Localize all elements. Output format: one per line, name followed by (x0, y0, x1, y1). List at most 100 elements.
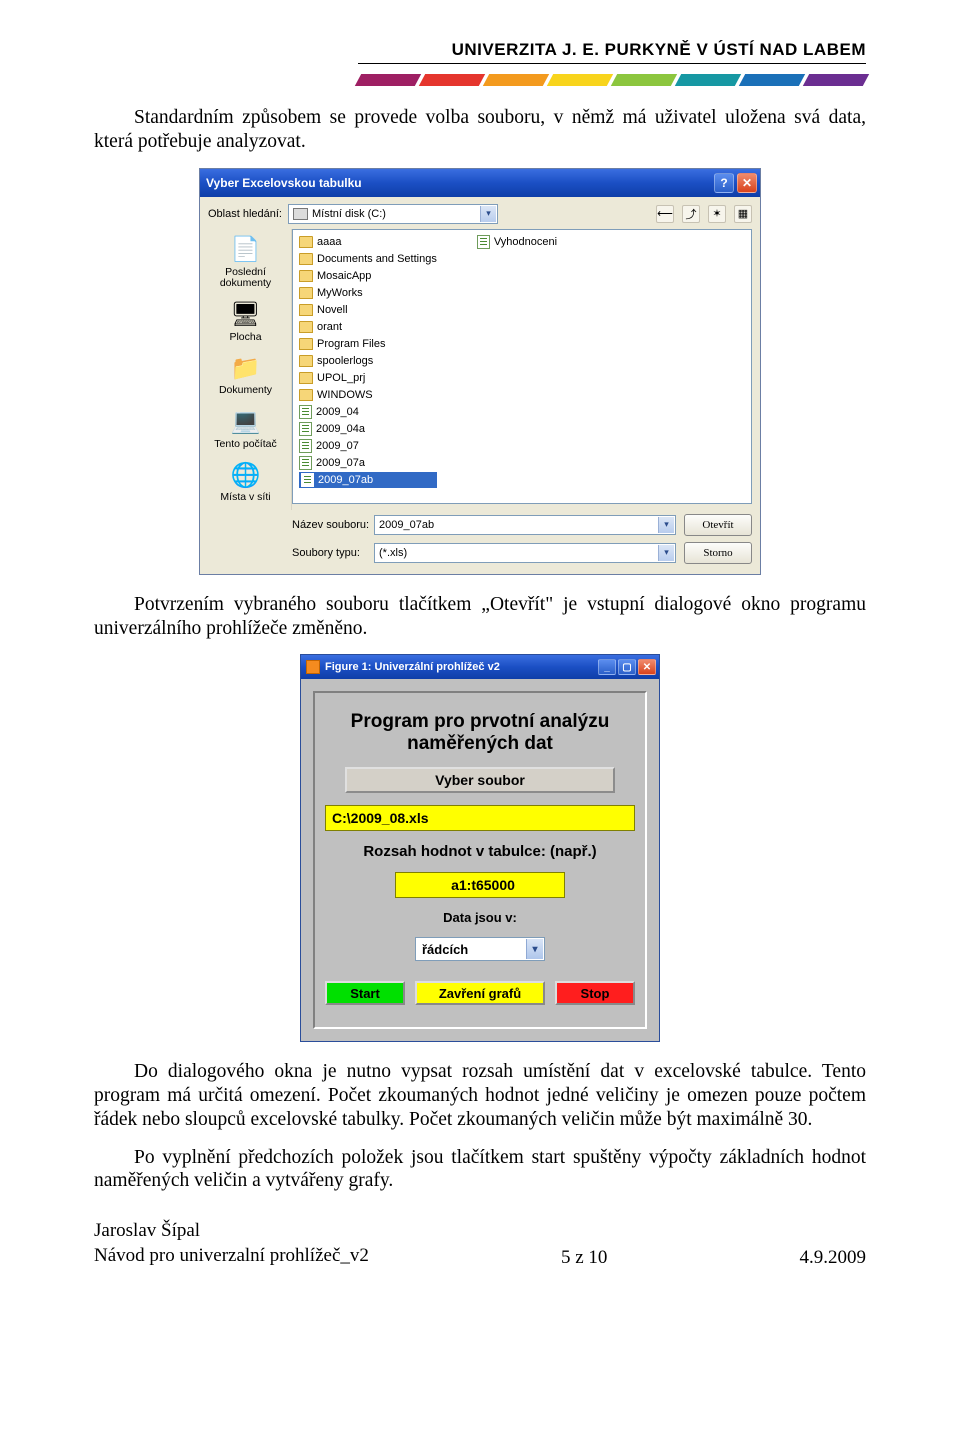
stop-button[interactable]: Stop (555, 981, 635, 1005)
folder-icon (299, 236, 313, 248)
place-icon: 📄 (228, 235, 264, 265)
xls-icon (477, 235, 490, 249)
places-bar: 📄Poslední dokumenty 🖥 Plocha 📁 Dokumenty 💻 Ten… (200, 229, 292, 510)
matlab-window: Figure 1: Univerzální prohlížeč v2 _ ▢ ✕… (300, 654, 660, 1042)
file-item[interactable]: Vyhodnoceni (477, 234, 557, 250)
folder-item[interactable]: MosaicApp (299, 268, 437, 284)
folder-icon (299, 338, 313, 350)
xls-icon (301, 473, 314, 487)
file-item[interactable]: 2009_07 (299, 438, 437, 454)
paragraph-4: Po vyplnění předchozích položek jsou tla… (94, 1146, 866, 1194)
xls-icon (299, 439, 312, 453)
folder-item[interactable]: orant (299, 319, 437, 335)
close-graphs-button[interactable]: Zavření grafů (415, 981, 545, 1005)
folder-icon (299, 372, 313, 384)
xls-icon (299, 456, 312, 470)
file-item[interactable]: 2009_07a (299, 455, 437, 471)
cancel-button[interactable]: Storno (684, 542, 752, 564)
paragraph-3: Do dialogového okna je nutno vypsat rozs… (94, 1060, 866, 1131)
file-list[interactable]: aaaaDocuments and SettingsMosaicAppMyWor… (292, 229, 752, 504)
range-label: Rozsah hodnot v tabulce: (např.) (363, 843, 596, 860)
folder-icon (299, 321, 313, 333)
new-folder-icon[interactable]: ✶ (708, 205, 726, 223)
paragraph-2: Potvrzením vybraného souboru tlačítkem „… (94, 593, 866, 641)
file-open-dialog: Vyber Excelovskou tabulku ? ✕ Oblast hle… (199, 168, 761, 575)
lookin-label: Oblast hledání: (208, 208, 282, 220)
places-item[interactable]: 🖥 Plocha (206, 300, 286, 344)
lookin-combo[interactable]: Místní disk (C:) (288, 204, 498, 224)
places-item[interactable]: 🌐 Místa v síti (206, 460, 286, 504)
close-icon[interactable]: ✕ (638, 659, 656, 675)
filepath-field[interactable]: C:\2009_08.xls (325, 805, 635, 831)
logo-stripes (358, 74, 866, 86)
place-label: Poslední dokumenty (206, 267, 286, 290)
filename-field[interactable]: 2009_07ab (374, 515, 676, 535)
filename-label: Název souboru: (292, 519, 374, 531)
program-heading: Program pro prvotní analýzu naměřených d… (329, 711, 631, 755)
places-item[interactable]: 💻 Tento počítač (206, 407, 286, 451)
disk-icon (293, 208, 308, 220)
up-folder-icon[interactable]: ⤴ (682, 205, 700, 223)
folder-icon (299, 287, 313, 299)
range-field[interactable]: a1:t65000 (395, 872, 565, 898)
folder-icon (299, 304, 313, 316)
help-icon[interactable]: ? (714, 173, 734, 193)
page-header: UNIVERZITA J. E. PURKYNĚ V ÚSTÍ NAD LABE… (94, 40, 866, 86)
start-button[interactable]: Start (325, 981, 405, 1005)
footer-date: 4.9.2009 (799, 1247, 866, 1269)
matlab-title-text: Figure 1: Univerzální prohlížeč v2 (325, 661, 500, 673)
footer-page: 5 z 10 (561, 1247, 607, 1269)
folder-item[interactable]: UPOL_prj (299, 370, 437, 386)
folder-item[interactable]: aaaa (299, 234, 437, 250)
filetype-value: (*.xls) (379, 547, 407, 559)
file-item[interactable]: 2009_07ab (299, 472, 437, 488)
place-label: Dokumenty (219, 385, 272, 397)
xls-icon (299, 405, 312, 419)
views-icon[interactable]: ▦ (734, 205, 752, 223)
folder-item[interactable]: Documents and Settings (299, 251, 437, 267)
footer-doc: Návod pro univerzalní prohlížeč_v2 (94, 1244, 369, 1269)
open-button[interactable]: Otevřít (684, 514, 752, 536)
close-icon[interactable]: ✕ (737, 173, 757, 193)
select-file-button[interactable]: Vyber soubor (345, 767, 615, 793)
footer-author: Jaroslav Šípal (94, 1219, 369, 1244)
dialog-title: Vyber Excelovskou tabulku (206, 176, 362, 190)
folder-item[interactable]: Program Files (299, 336, 437, 352)
folder-icon (299, 253, 313, 265)
matlab-icon (306, 660, 320, 674)
lookin-value: Místní disk (C:) (312, 208, 386, 220)
place-icon: 🖥 (228, 300, 264, 330)
folder-icon (299, 355, 313, 367)
place-icon: 🌐 (228, 460, 264, 490)
place-label: Místa v síti (220, 492, 270, 504)
file-item[interactable]: 2009_04a (299, 421, 437, 437)
filetype-field[interactable]: (*.xls) (374, 543, 676, 563)
university-name: UNIVERZITA J. E. PURKYNĚ V ÚSTÍ NAD LABE… (358, 40, 866, 60)
folder-icon (299, 270, 313, 282)
minimize-icon[interactable]: _ (598, 659, 616, 675)
places-item[interactable]: 📁 Dokumenty (206, 353, 286, 397)
maximize-icon[interactable]: ▢ (618, 659, 636, 675)
place-icon: 📁 (228, 353, 264, 383)
place-icon: 💻 (228, 407, 264, 437)
data-in-label: Data jsou v: (443, 910, 517, 925)
folder-item[interactable]: spoolerlogs (299, 353, 437, 369)
filename-value: 2009_07ab (379, 519, 434, 531)
back-icon[interactable]: ⟵ (656, 205, 674, 223)
xls-icon (299, 422, 312, 436)
folder-item[interactable]: Novell (299, 302, 437, 318)
data-orientation-value: řádcích (422, 942, 468, 957)
folder-item[interactable]: WINDOWS (299, 387, 437, 403)
dialog-titlebar: Vyber Excelovskou tabulku ? ✕ (200, 169, 760, 197)
folder-item[interactable]: MyWorks (299, 285, 437, 301)
place-label: Plocha (229, 332, 261, 344)
places-item[interactable]: 📄Poslední dokumenty (206, 235, 286, 290)
place-label: Tento počítač (214, 439, 276, 451)
file-item[interactable]: 2009_04 (299, 404, 437, 420)
data-orientation-select[interactable]: řádcích (415, 937, 545, 961)
matlab-titlebar: Figure 1: Univerzální prohlížeč v2 _ ▢ ✕ (301, 655, 659, 679)
filetype-label: Soubory typu: (292, 547, 374, 559)
paragraph-1: Standardním způsobem se provede volba so… (94, 106, 866, 154)
page-footer: Jaroslav Šípal Návod pro univerzalní pro… (94, 1219, 866, 1268)
folder-icon (299, 389, 313, 401)
